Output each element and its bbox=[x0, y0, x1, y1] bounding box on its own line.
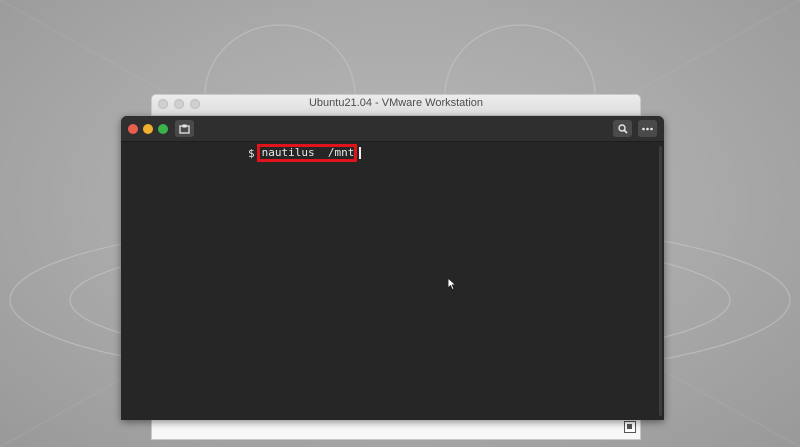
maximize-icon[interactable] bbox=[158, 124, 168, 134]
new-tab-button[interactable] bbox=[175, 120, 194, 137]
search-button[interactable] bbox=[613, 120, 632, 137]
hamburger-menu-icon bbox=[642, 127, 653, 130]
terminal-headerbar[interactable] bbox=[121, 116, 664, 142]
vmware-titlebar[interactable]: Ubuntu21.04 - VMware Workstation bbox=[152, 95, 640, 116]
vmware-window-title: Ubuntu21.04 - VMware Workstation bbox=[308, 97, 484, 109]
command-text: nautilus /mnt bbox=[261, 146, 355, 159]
menu-button[interactable] bbox=[638, 120, 657, 137]
new-tab-icon bbox=[179, 124, 190, 134]
terminal-scrollbar[interactable] bbox=[659, 146, 662, 416]
minimize-icon[interactable] bbox=[143, 124, 153, 134]
text-cursor bbox=[358, 147, 361, 159]
mouse-pointer-icon bbox=[447, 277, 457, 291]
command-highlight-box: nautilus /mnt bbox=[256, 144, 357, 162]
close-icon[interactable] bbox=[128, 124, 138, 134]
prompt-symbol: $ bbox=[248, 146, 255, 160]
prompt-line: $ nautilus /mnt bbox=[248, 144, 361, 162]
terminal-content[interactable]: $ nautilus /mnt bbox=[121, 142, 664, 420]
search-icon bbox=[617, 123, 628, 134]
vm-status-icon[interactable] bbox=[624, 421, 636, 433]
terminal-window: $ nautilus /mnt bbox=[121, 116, 664, 420]
